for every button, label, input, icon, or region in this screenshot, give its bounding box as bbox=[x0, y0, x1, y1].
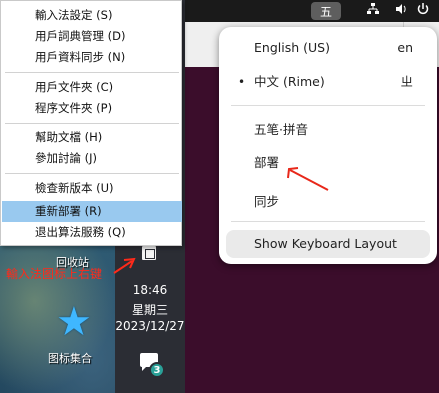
schema-label: 同步 bbox=[254, 194, 280, 209]
input-source-label: 中文 (Rime) bbox=[254, 74, 325, 89]
rime-context-menu: 輸入法設定 (S) 用戶詞典管理 (D) 用戶資料同步 (N) 用戶文件夾 (C… bbox=[0, 0, 182, 246]
menu-item-input-settings[interactable]: 輸入法設定 (S) bbox=[2, 5, 182, 26]
clock-time[interactable]: 18:46 bbox=[115, 283, 185, 297]
input-source-label: English (US) bbox=[254, 40, 330, 55]
menu-item-help[interactable]: 幫助文檔 (H) bbox=[2, 127, 182, 148]
menu-item-dictionary[interactable]: 用戶詞典管理 (D) bbox=[2, 26, 182, 47]
input-source-english[interactable]: English (US) en bbox=[219, 34, 437, 62]
clock-weekday[interactable]: 星期三 bbox=[115, 301, 185, 318]
input-source-code: en bbox=[397, 40, 413, 55]
menu-item-check-update[interactable]: 檢查新版本 (U) bbox=[2, 178, 182, 199]
annotation-text: 輸入法图标上右键 bbox=[6, 267, 103, 281]
input-method-indicator[interactable]: 五 bbox=[311, 2, 341, 20]
show-keyboard-layout-button[interactable]: Show Keyboard Layout bbox=[226, 230, 430, 258]
input-source-code: ㄓ bbox=[400, 74, 413, 89]
menu-separator bbox=[5, 72, 179, 73]
menu-item-quit[interactable]: 退出算法服務 (Q) bbox=[2, 222, 182, 243]
popup-separator bbox=[231, 105, 425, 106]
menu-item-redeploy[interactable]: 重新部署 (R) bbox=[2, 201, 182, 222]
clock-date[interactable]: 2023/12/27 bbox=[115, 319, 185, 333]
annotation-arrow-icon bbox=[287, 167, 329, 191]
menu-separator bbox=[5, 123, 179, 124]
menu-item-program-folder[interactable]: 程序文件夾 (P) bbox=[2, 98, 182, 119]
input-source-rime[interactable]: • 中文 (Rime) ㄓ bbox=[219, 68, 437, 96]
schema-label: 五笔·拼音 bbox=[254, 122, 308, 137]
schema-label: 部署 bbox=[254, 155, 280, 170]
schema-item-wubi-pinyin[interactable]: 五笔·拼音 bbox=[219, 116, 437, 144]
menu-separator bbox=[5, 173, 179, 174]
rime-tray-icon[interactable] bbox=[142, 246, 156, 260]
star-icon[interactable]: ★ bbox=[56, 302, 92, 342]
menu-item-discussion[interactable]: 參加討論 (J) bbox=[2, 148, 182, 169]
popup-separator bbox=[231, 221, 425, 222]
icon-collection-label[interactable]: 图标集合 bbox=[48, 350, 92, 366]
notification-count-badge: 3 bbox=[149, 362, 165, 378]
menu-item-user-folder[interactable]: 用戶文件夾 (C) bbox=[2, 77, 182, 98]
power-icon[interactable] bbox=[416, 2, 430, 21]
menu-item-sync[interactable]: 用戶資料同步 (N) bbox=[2, 47, 182, 68]
network-icon[interactable] bbox=[366, 2, 380, 21]
input-source-popup: English (US) en • 中文 (Rime) ㄓ 五笔·拼音 部署 同… bbox=[219, 27, 437, 264]
annotation-arrow-icon bbox=[113, 257, 136, 274]
active-dot-icon: • bbox=[238, 75, 246, 89]
volume-icon[interactable] bbox=[394, 2, 408, 21]
